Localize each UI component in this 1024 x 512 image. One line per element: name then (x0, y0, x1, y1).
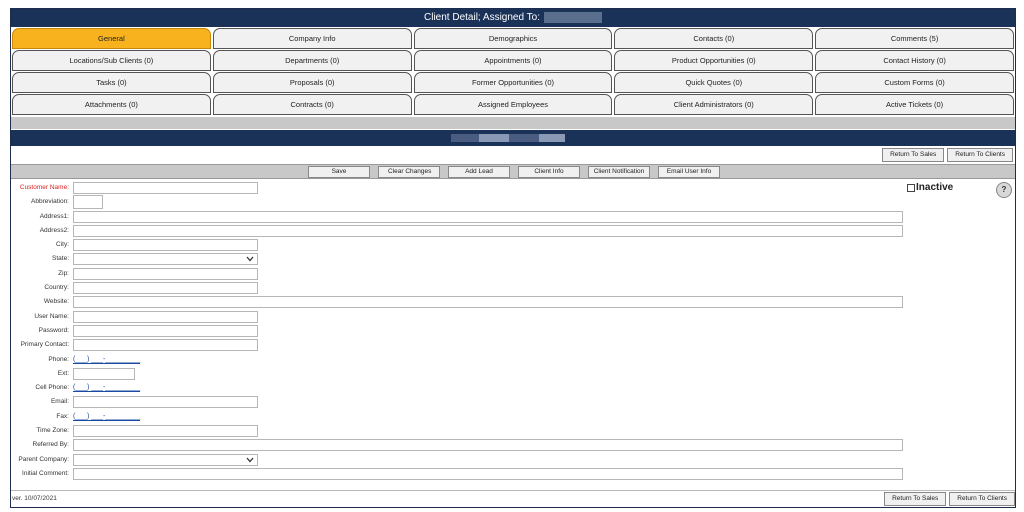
top-return-buttons: Return To Sales Return To Clients (882, 148, 1013, 162)
clear-changes-button[interactable]: Clear Changes (378, 166, 440, 178)
tab-company-info[interactable]: Company Info (212, 28, 412, 49)
parent-company-select[interactable] (73, 453, 258, 466)
tab-comments[interactable]: Comments (5) (815, 28, 1014, 49)
tab-client-administrators[interactable]: Client Administrators (0) (614, 94, 814, 115)
tab-grid: General Company Info Demographics Contac… (11, 28, 1015, 116)
client-name-bar (11, 130, 1015, 146)
tab-row-2: Locations/Sub Clients (0) Departments (0… (11, 50, 1015, 71)
return-to-sales-button[interactable]: Return To Sales (882, 148, 945, 162)
tab-former-opportunities[interactable]: Former Opportunities (0) (413, 72, 613, 93)
password-label: Password: (38, 326, 69, 334)
address2-label: Address2: (39, 226, 69, 234)
separator-bar (11, 117, 1015, 129)
tab-quick-quotes[interactable]: Quick Quotes (0) (614, 72, 814, 93)
client-notification-button[interactable]: Client Notification (588, 166, 650, 178)
phone-mask: (___) ___-_________ (73, 355, 141, 364)
tab-appointments[interactable]: Appointments (0) (413, 50, 613, 71)
country-label: Country: (44, 284, 69, 292)
tab-row-1: General Company Info Demographics Contac… (11, 28, 1015, 49)
client-form: Customer Name: Abbreviation: Address1: A… (11, 181, 1015, 481)
fax-field[interactable]: (___) ___-_________ (73, 411, 159, 423)
assigned-to-redacted (544, 11, 602, 23)
address1-label: Address1: (39, 212, 69, 220)
client-name-redacted (479, 134, 509, 142)
tab-custom-forms[interactable]: Custom Forms (0) (815, 72, 1014, 93)
customer-name-label: Customer Name: (19, 184, 69, 191)
email-label: Email: (50, 398, 69, 406)
client-name-redacted (509, 134, 539, 142)
phone-label: Phone: (48, 355, 69, 363)
chevron-down-icon (246, 457, 254, 463)
tab-attachments[interactable]: Attachments (0) (12, 94, 211, 115)
referred-by-label: Referred By: (32, 441, 70, 449)
tab-proposals[interactable]: Proposals (0) (212, 72, 412, 93)
email-field[interactable] (73, 396, 258, 409)
tab-row-3: Tasks (0) Proposals (0) Former Opportuni… (11, 72, 1015, 93)
chevron-down-icon (246, 257, 254, 262)
tab-contact-history[interactable]: Contact History (0) (815, 50, 1014, 71)
return-to-clients-button[interactable]: Return To Clients (949, 492, 1015, 506)
state-label: State: (52, 255, 69, 263)
tab-product-opportunities[interactable]: Product Opportunities (0) (614, 50, 814, 71)
tab-contacts[interactable]: Contacts (0) (614, 28, 814, 49)
country-field[interactable] (73, 282, 258, 295)
tab-contracts[interactable]: Contracts (0) (212, 94, 412, 115)
ext-label: Ext: (57, 369, 69, 377)
client-info-button[interactable]: Client Info (518, 166, 580, 178)
cell-phone-field[interactable]: (___) ___-_________ (73, 382, 159, 394)
email-user-info-button[interactable]: Email User Info (658, 166, 720, 178)
state-select[interactable] (73, 253, 258, 266)
abbreviation-field[interactable] (73, 195, 103, 210)
primary-contact-field[interactable] (73, 339, 258, 352)
tab-departments[interactable]: Departments (0) (212, 50, 412, 71)
add-lead-button[interactable]: Add Lead (448, 166, 510, 178)
save-button[interactable]: Save (308, 166, 370, 178)
version-text: ver. 10/07/2021 (12, 495, 57, 502)
fax-mask: (___) ___-_________ (73, 412, 141, 421)
referred-by-field[interactable] (73, 439, 903, 452)
tab-active-tickets[interactable]: Active Tickets (0) (815, 94, 1014, 115)
tab-assigned-employees[interactable]: Assigned Employees (413, 94, 613, 115)
client-name-redacted (451, 134, 479, 142)
time-zone-field[interactable] (73, 425, 258, 438)
parent-company-label: Parent Company: (18, 455, 69, 463)
initial-comment-label: Initial Comment: (22, 469, 69, 477)
tab-tasks[interactable]: Tasks (0) (12, 72, 211, 93)
action-toolbar: Save Clear Changes Add Lead Client Info … (11, 164, 1015, 179)
phone-field[interactable]: (___) ___-_________ (73, 354, 159, 366)
zip-label: Zip: (58, 269, 69, 277)
customer-name-field[interactable] (73, 182, 258, 194)
ext-field[interactable] (73, 367, 135, 380)
zip-field[interactable] (73, 267, 258, 280)
client-detail-window: Client Detail; Assigned To: General Comp… (10, 8, 1016, 508)
user-name-field[interactable] (73, 310, 258, 323)
address1-field[interactable] (73, 210, 903, 223)
tab-locations-sub-clients[interactable]: Locations/Sub Clients (0) (12, 50, 211, 71)
user-name-label: User Name: (34, 312, 69, 320)
city-label: City: (56, 241, 69, 249)
return-to-clients-button[interactable]: Return To Clients (947, 148, 1013, 162)
footer-bar: ver. 10/07/2021 Return To Sales Return T… (11, 490, 1015, 507)
website-field[interactable] (73, 296, 903, 309)
tab-row-4: Attachments (0) Contracts (0) Assigned E… (11, 94, 1015, 115)
page-title: Client Detail; Assigned To: (424, 12, 540, 23)
password-field[interactable] (73, 324, 258, 337)
client-name-redacted (539, 134, 565, 142)
return-to-sales-button[interactable]: Return To Sales (884, 492, 947, 506)
title-bar: Client Detail; Assigned To: (11, 9, 1015, 27)
cell-phone-label: Cell Phone: (35, 384, 69, 392)
address2-field[interactable] (73, 224, 903, 237)
website-label: Website: (43, 298, 69, 306)
cell-phone-mask: (___) ___-_________ (73, 384, 141, 393)
fax-label: Fax: (56, 412, 69, 420)
tab-demographics[interactable]: Demographics (413, 28, 613, 49)
city-field[interactable] (73, 239, 258, 252)
time-zone-label: Time Zone: (36, 427, 69, 435)
primary-contact-label: Primary Contact: (20, 341, 69, 349)
tab-general[interactable]: General (12, 28, 211, 49)
initial-comment-field[interactable] (73, 467, 903, 480)
abbreviation-label: Abbreviation: (31, 198, 69, 206)
